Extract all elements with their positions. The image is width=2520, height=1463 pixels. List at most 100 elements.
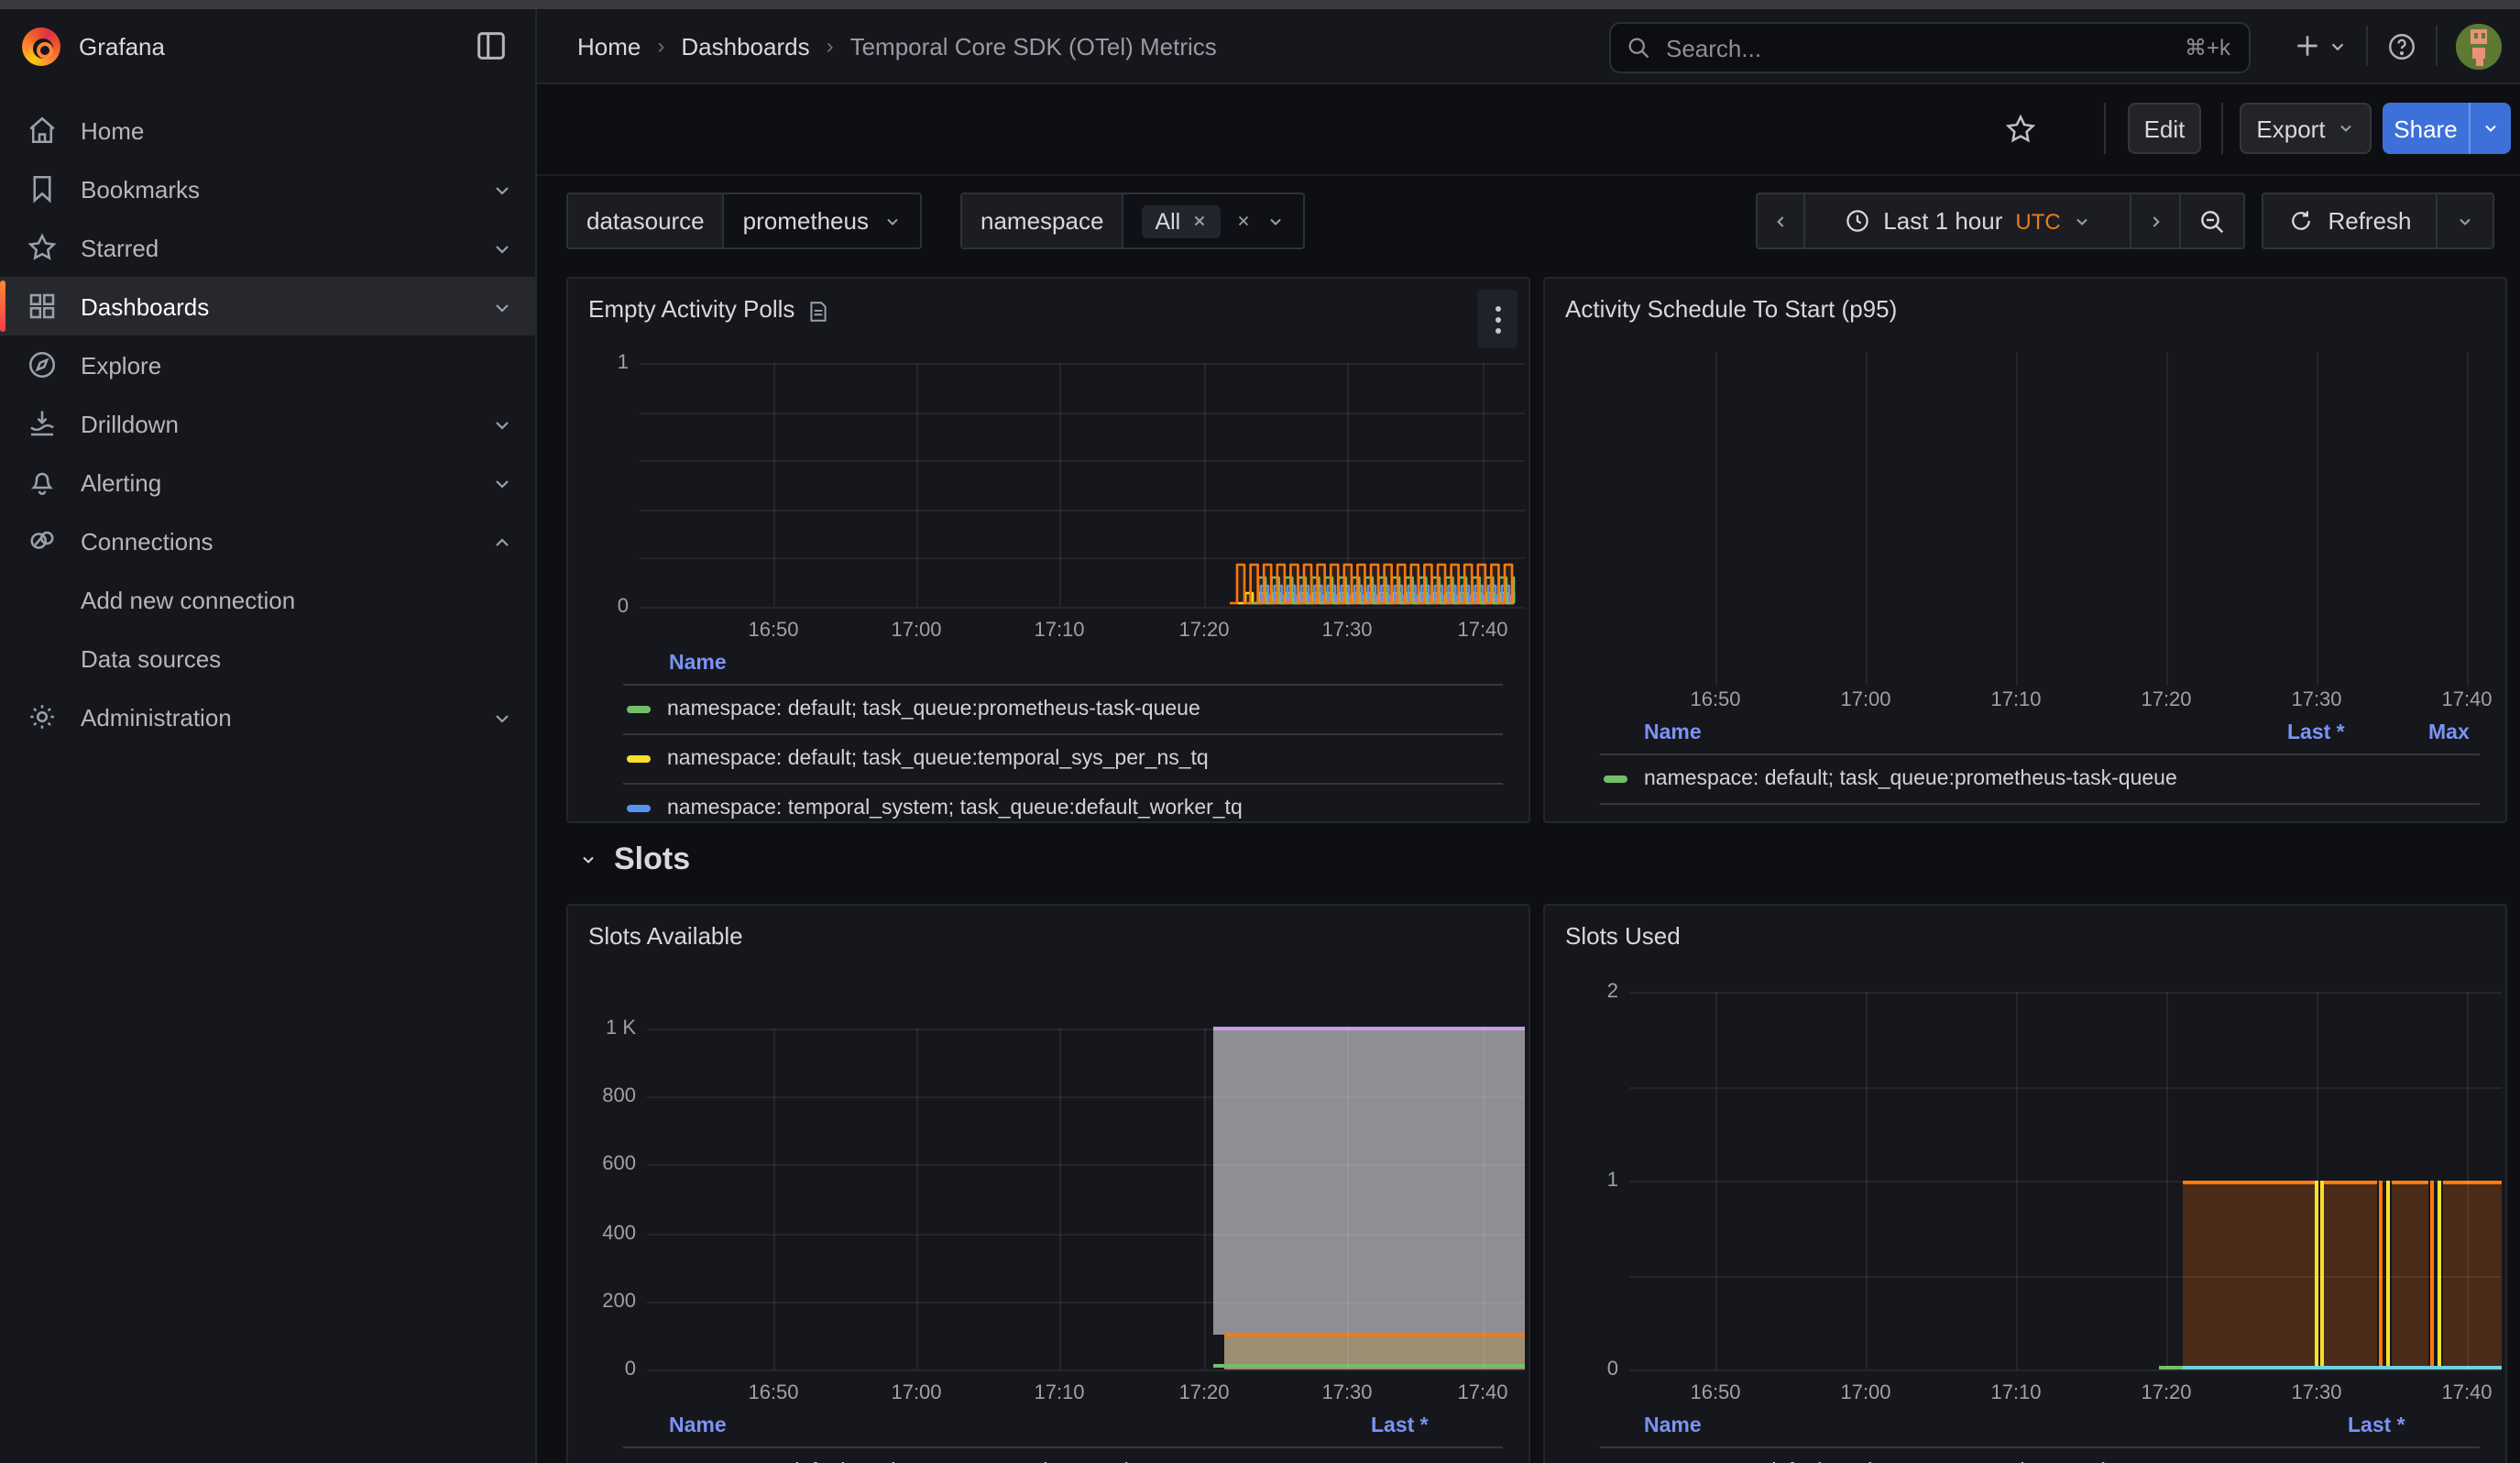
bell-icon — [26, 466, 59, 499]
help-icon[interactable] — [2386, 30, 2417, 61]
variable-label: namespace — [962, 194, 1123, 248]
sidebar-item-home[interactable]: Home — [0, 101, 535, 160]
share-dropdown-button[interactable] — [2469, 103, 2511, 154]
chevron-down-icon[interactable] — [491, 236, 513, 258]
plot-area[interactable] — [1629, 992, 2502, 1370]
y-tick-label: 0 — [618, 596, 629, 618]
plot-area[interactable] — [647, 1028, 1525, 1370]
user-avatar[interactable] — [2456, 23, 2502, 69]
sidebar-item-label: Data sources — [81, 644, 221, 672]
time-range-button[interactable]: Last 1 hour UTC — [1805, 192, 2131, 249]
series-line-green — [1213, 1364, 1525, 1368]
legend-row[interactable]: namespace: default; task_queue:prometheu… — [627, 1448, 1200, 1463]
panel-title[interactable]: Activity Schedule To Start (p95) — [1565, 295, 1897, 323]
favorite-star-icon[interactable] — [1994, 103, 2045, 154]
zoom-out-time-button[interactable] — [2181, 192, 2245, 249]
sidebar-item-bookmarks[interactable]: Bookmarks — [0, 160, 535, 218]
dashboard-toolbar: Edit Export Share — [535, 82, 2520, 176]
legend-header-last[interactable]: Last * — [2287, 722, 2345, 744]
legend-row[interactable]: namespace: default; task_queue:prometheu… — [1604, 1448, 2177, 1463]
legend-header-last[interactable]: Last * — [2348, 1415, 2405, 1437]
sidebar-item-dashboards[interactable]: Dashboards — [0, 277, 535, 336]
refresh-group: Refresh — [2262, 192, 2494, 249]
apps-icon — [26, 290, 59, 323]
time-shift-back-button[interactable] — [1756, 192, 1805, 249]
sidebar-item-label: Administration — [81, 703, 232, 731]
sidebar-item-administration[interactable]: Administration — [0, 688, 535, 746]
sidebar-item-connections[interactable]: Connections — [0, 512, 535, 570]
search-shortcut: ⌘+k — [2185, 35, 2230, 60]
legend-row[interactable]: namespace: default; task_queue:prometheu… — [627, 686, 1200, 733]
add-new-button[interactable] — [2293, 31, 2348, 60]
datasource-select[interactable]: prometheus — [725, 194, 920, 248]
dashboard-controls: datasource prometheus namespace All — [535, 174, 2520, 275]
series-line-yellow — [2386, 1181, 2390, 1370]
plot-area[interactable] — [640, 363, 1525, 607]
sidebar-item-add-new-connection[interactable]: Add new connection — [0, 570, 535, 629]
mega-menu-sidebar: Home Bookmarks Starred Dashboards Explor… — [0, 82, 537, 1463]
divider — [2221, 103, 2223, 154]
sidebar-item-alerting[interactable]: Alerting — [0, 453, 535, 512]
chevron-down-icon[interactable] — [491, 178, 513, 200]
grafana-logo-icon[interactable] — [22, 27, 60, 65]
header-actions — [2293, 9, 2502, 82]
share-button[interactable]: Share — [2383, 103, 2469, 154]
sidebar-item-starred[interactable]: Starred — [0, 218, 535, 277]
app-header: Grafana Home › Dashboards › Temporal Cor… — [0, 9, 2520, 84]
sidebar-item-drilldown[interactable]: Drilldown — [0, 394, 535, 453]
clock-icon — [1843, 207, 1870, 235]
sidebar-item-label: Starred — [81, 234, 159, 261]
panel-title[interactable]: Empty Activity Polls — [588, 295, 794, 323]
panel-slots-available: Slots Available 1 K8006004002000 16:5017… — [566, 904, 1530, 1463]
time-shift-forward-button[interactable] — [2131, 192, 2181, 249]
chevron-down-icon[interactable] — [1266, 212, 1285, 230]
search-input[interactable]: Search... ⌘+k — [1609, 22, 2251, 73]
star-icon — [26, 231, 59, 264]
divider — [2366, 26, 2368, 66]
dock-menu-icon[interactable] — [473, 28, 509, 64]
x-axis-labels: 16:5017:0017:1017:2017:3017:40 — [1629, 1382, 2502, 1408]
chevron-down-icon[interactable] — [491, 471, 513, 493]
refresh-button[interactable]: Refresh — [2262, 192, 2438, 249]
row-section-slots[interactable]: Slots — [579, 834, 690, 886]
sidebar-item-label: Connections — [81, 527, 214, 555]
chevron-down-icon — [579, 851, 597, 869]
breadcrumb-home[interactable]: Home — [577, 32, 641, 60]
legend-header-max[interactable]: Max — [2428, 722, 2470, 744]
chevron-down-icon[interactable] — [491, 295, 513, 317]
remove-chip-icon[interactable] — [1191, 213, 1208, 229]
clear-all-icon[interactable] — [1235, 213, 1252, 229]
share-button-group: Share — [2383, 103, 2511, 154]
x-tick-label: 16:50 — [748, 620, 798, 642]
chevron-down-icon[interactable] — [491, 412, 513, 434]
export-button[interactable]: Export — [2240, 103, 2372, 154]
panel-title[interactable]: Slots Available — [588, 922, 743, 950]
sidebar-item-explore[interactable]: Explore — [0, 336, 535, 394]
panel-title[interactable]: Slots Used — [1565, 922, 1681, 950]
legend-header-name[interactable]: Name — [1644, 1415, 1702, 1437]
sidebar-item-data-sources[interactable]: Data sources — [0, 629, 535, 688]
legend-header-name[interactable]: Name — [1644, 722, 1702, 744]
legend-row[interactable]: namespace: default; task_queue:temporal_… — [627, 735, 1209, 783]
breadcrumb-dashboards[interactable]: Dashboards — [681, 32, 809, 60]
namespace-chip[interactable]: All — [1142, 204, 1221, 237]
plot-area[interactable] — [1629, 352, 2502, 686]
time-picker-group: Last 1 hour UTC — [1756, 192, 2245, 249]
panel-slots-used: Slots Used 210 16:5017:0017:1017:2017:30… — [1543, 904, 2507, 1463]
chevron-up-icon[interactable] — [491, 530, 513, 552]
edit-button[interactable]: Edit — [2128, 103, 2201, 154]
panel-menu-kebab-icon[interactable] — [1477, 290, 1517, 348]
chevron-down-icon[interactable] — [491, 706, 513, 728]
refresh-interval-button[interactable] — [2438, 192, 2494, 249]
legend-row[interactable]: namespace: default; task_queue:prometheu… — [1604, 755, 2177, 803]
brand-name: Grafana — [79, 32, 165, 60]
y-tick-label: 600 — [602, 1153, 636, 1175]
legend-row[interactable]: namespace: temporal_system; task_queue:d… — [627, 785, 1243, 823]
legend-header-name[interactable]: Name — [669, 1415, 727, 1437]
namespace-select[interactable]: All — [1123, 194, 1303, 248]
panel-description-icon[interactable] — [806, 299, 830, 324]
legend-header-last[interactable]: Last * — [1371, 1415, 1429, 1437]
variable-namespace: namespace All — [960, 192, 1305, 249]
sidebar-item-label: Add new connection — [81, 586, 295, 613]
legend-header-name[interactable]: Name — [669, 653, 727, 675]
